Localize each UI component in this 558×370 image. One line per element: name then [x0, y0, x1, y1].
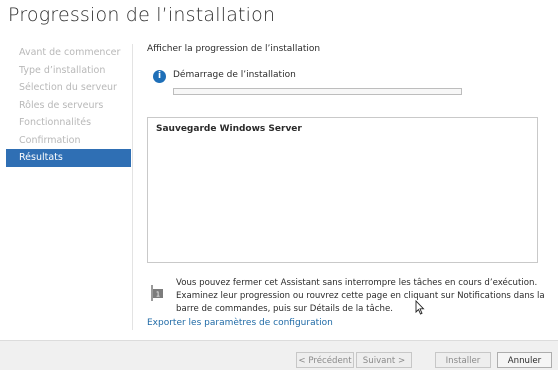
cancel-button[interactable]: Annuler	[497, 352, 552, 368]
nav-item-avant-de-commencer: Avant de commencer	[19, 47, 121, 58]
previous-button[interactable]: < Précédent	[296, 352, 354, 368]
status-text: Démarrage de l’installation	[173, 70, 296, 80]
nav-item-type-installation: Type d’installation	[19, 64, 106, 76]
page-title: Progression de l’installation	[8, 4, 276, 26]
results-list[interactable]: Sauvegarde Windows Server	[147, 117, 538, 263]
notification-flag-icon: 1	[151, 285, 163, 301]
nav-divider	[132, 44, 133, 330]
note-text: Vous pouvez fermer cet Assistant sans in…	[176, 278, 545, 314]
export-config-link[interactable]: Exporter les paramètres de configuration	[147, 318, 333, 328]
nav-item-fonctionnalites: Fonctionnalités	[19, 117, 92, 128]
footer-bar: < Précédent Suivant > Installer Annuler	[0, 340, 558, 370]
section-label: Afficher la progression de l’installatio…	[147, 44, 321, 54]
nav-item-roles-serveurs: Rôles de serveurs	[19, 99, 104, 111]
progress-bar	[173, 88, 462, 95]
nav-item-selection-serveur: Sélection du serveur	[19, 82, 117, 93]
install-button[interactable]: Installer	[435, 352, 491, 368]
results-item: Sauvegarde Windows Server	[156, 124, 302, 134]
wizard-nav: Avant de commencer Type d’installation S…	[0, 44, 132, 167]
nav-item-resultats[interactable]: Résultats	[6, 149, 131, 167]
nav-item-confirmation: Confirmation	[19, 134, 81, 146]
svg-text:1: 1	[156, 291, 160, 299]
info-icon: i	[153, 70, 166, 83]
next-button[interactable]: Suivant >	[356, 352, 412, 368]
mouse-cursor-icon	[415, 300, 425, 315]
